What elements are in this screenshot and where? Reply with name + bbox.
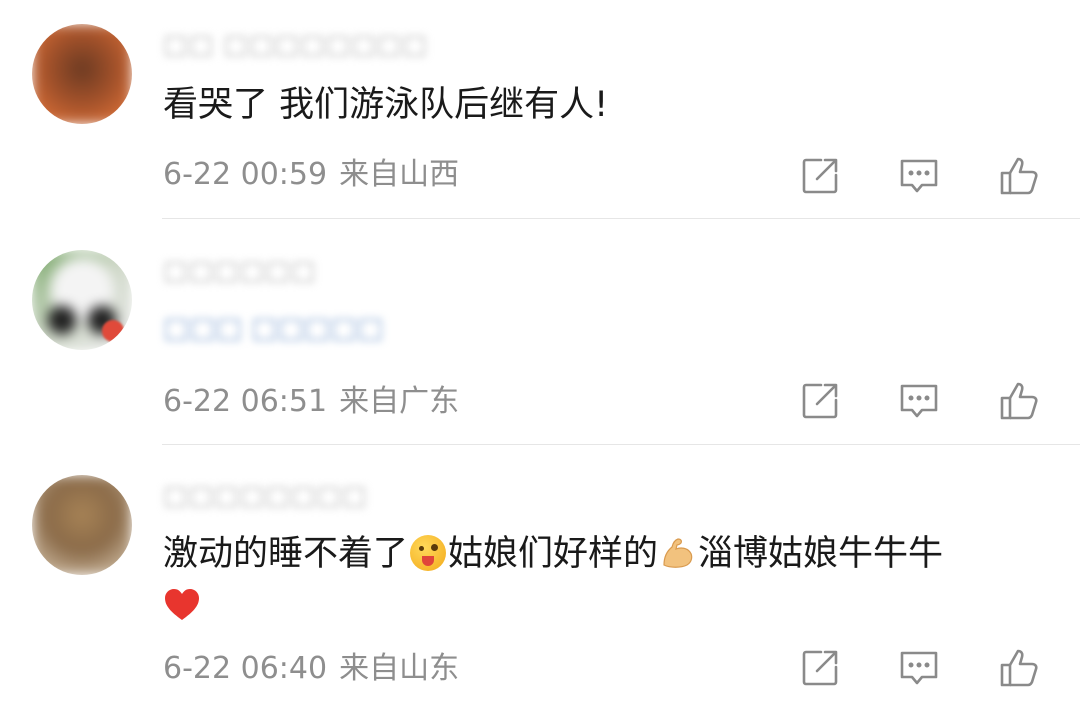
like-icon bbox=[1000, 649, 1038, 687]
flexed-biceps-emoji bbox=[663, 538, 693, 568]
comment-button[interactable] bbox=[896, 645, 942, 691]
comment-location: 来自山西 bbox=[339, 157, 460, 192]
comment-text-part: 姑娘们好样的 bbox=[448, 534, 659, 574]
comment-meta: 6-22 06:40 来自山东 bbox=[163, 649, 459, 689]
comment-meta: 6-22 00:59 来自山西 bbox=[163, 155, 459, 195]
comment-date: 6-22 06:40 bbox=[163, 651, 328, 686]
comment-date: 6-22 06:51 bbox=[163, 384, 328, 419]
comment-item: □□ □□□□□□□□ 看哭了 我们游泳队后继有人! 6-22 00:59 来自山… bbox=[0, 0, 1080, 219]
username[interactable]: □□ □□□□□□□□ bbox=[163, 30, 428, 60]
avatar[interactable] bbox=[32, 24, 132, 124]
share-button[interactable] bbox=[797, 645, 843, 691]
avatar[interactable] bbox=[32, 475, 132, 575]
red-heart-emoji bbox=[165, 589, 199, 620]
comment-meta: 6-22 06:51 来自广东 bbox=[163, 382, 459, 422]
comment-text-part: 激动的睡不着了 bbox=[163, 534, 409, 574]
comment-date: 6-22 00:59 bbox=[163, 157, 328, 192]
avatar[interactable] bbox=[32, 250, 132, 350]
comment-button[interactable] bbox=[896, 378, 942, 424]
comment-text: 激动的睡不着了 姑娘们好样的 淄博姑娘牛牛牛 bbox=[163, 529, 1053, 629]
comment-location: 来自广东 bbox=[339, 384, 460, 419]
user-badge: □□□ □□□□□ bbox=[163, 311, 384, 344]
comment-button[interactable] bbox=[896, 153, 942, 199]
like-button[interactable] bbox=[996, 378, 1042, 424]
comment-item: □□□□□□□□ 激动的睡不着了 姑娘们好样的 淄博姑娘牛牛牛 6-22 06:40… bbox=[0, 445, 1080, 701]
share-icon bbox=[802, 650, 838, 686]
comment-icon bbox=[900, 384, 938, 418]
comment-text-part: 淄博姑娘牛牛牛 bbox=[698, 534, 944, 574]
like-icon bbox=[1000, 382, 1038, 420]
tongue-face-emoji bbox=[410, 535, 447, 571]
username[interactable]: □□□□□□ bbox=[163, 256, 316, 286]
comment-icon bbox=[900, 651, 938, 685]
share-button[interactable] bbox=[797, 153, 843, 199]
like-button[interactable] bbox=[996, 153, 1042, 199]
comment-text: 看哭了 我们游泳队后继有人! bbox=[163, 85, 609, 125]
comment-icon bbox=[900, 159, 938, 193]
share-button[interactable] bbox=[797, 378, 843, 424]
comment-location: 来自山东 bbox=[339, 651, 460, 686]
share-icon bbox=[802, 158, 838, 194]
comment-item: □□□□□□ □□□ □□□□□ 6-22 06:51 来自广东 bbox=[0, 219, 1080, 445]
like-button[interactable] bbox=[996, 645, 1042, 691]
like-icon bbox=[1000, 157, 1038, 195]
share-icon bbox=[802, 383, 838, 419]
username[interactable]: □□□□□□□□ bbox=[163, 481, 368, 511]
